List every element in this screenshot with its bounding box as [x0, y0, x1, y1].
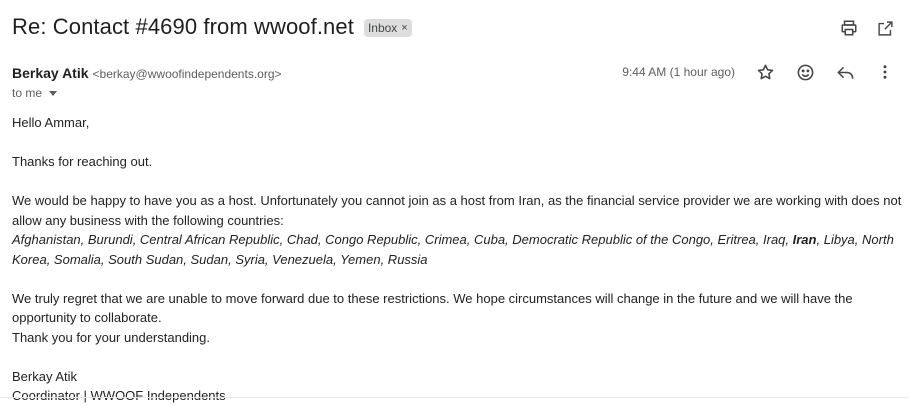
message-body: Hello Ammar, Thanks for reaching out. We…	[12, 113, 902, 406]
sender-row: Berkay Atik <berkay@wwoofindependents.or…	[12, 65, 282, 81]
message-actions	[755, 62, 895, 82]
country-highlight: Iran	[792, 232, 817, 247]
body-paragraph: We truly regret that we are unable to mo…	[12, 290, 853, 326]
recipient-text: to me	[12, 86, 43, 100]
thread-toolbar	[839, 18, 895, 38]
reply-icon[interactable]	[835, 62, 855, 82]
emoji-reaction-icon[interactable]	[795, 62, 815, 82]
body-paragraph: We would be happy to have you as a host.…	[12, 193, 902, 228]
sender-email: <berkay@wwoofindependents.org>	[92, 67, 282, 81]
email-subject: Re: Contact #4690 from wwoof.net	[12, 14, 354, 39]
remove-label-icon[interactable]: ×	[401, 22, 407, 34]
body-line: Thanks for reaching out.	[12, 154, 153, 169]
signature-title: Coordinator | WWOOF Independents	[12, 388, 226, 403]
recipient-details-toggle[interactable]: to me	[12, 86, 58, 100]
sender-name[interactable]: Berkay Atik	[12, 65, 89, 81]
star-icon[interactable]	[755, 62, 775, 82]
more-vert-icon[interactable]	[875, 62, 895, 82]
inbox-label-chip[interactable]: Inbox ×	[363, 19, 412, 37]
country-list-part: Afghanistan, Burundi, Central African Re…	[12, 232, 793, 247]
subject-row: Re: Contact #4690 from wwoof.net Inbox ×	[12, 14, 412, 40]
message-timestamp: 9:44 AM (1 hour ago)	[622, 65, 735, 79]
message-meta: 9:44 AM (1 hour ago)	[622, 62, 895, 82]
open-in-new-window-icon[interactable]	[875, 18, 895, 38]
print-icon[interactable]	[839, 18, 859, 38]
thanks-line: Thank you for your understanding.	[12, 329, 211, 345]
inbox-label-text: Inbox	[367, 21, 398, 35]
greeting: Hello Ammar,	[12, 115, 90, 130]
country-list: Afghanistan, Burundi, Central African Re…	[12, 230, 902, 269]
signature-name: Berkay Atik	[12, 368, 78, 384]
chevron-down-icon	[49, 90, 58, 96]
divider	[0, 397, 909, 398]
